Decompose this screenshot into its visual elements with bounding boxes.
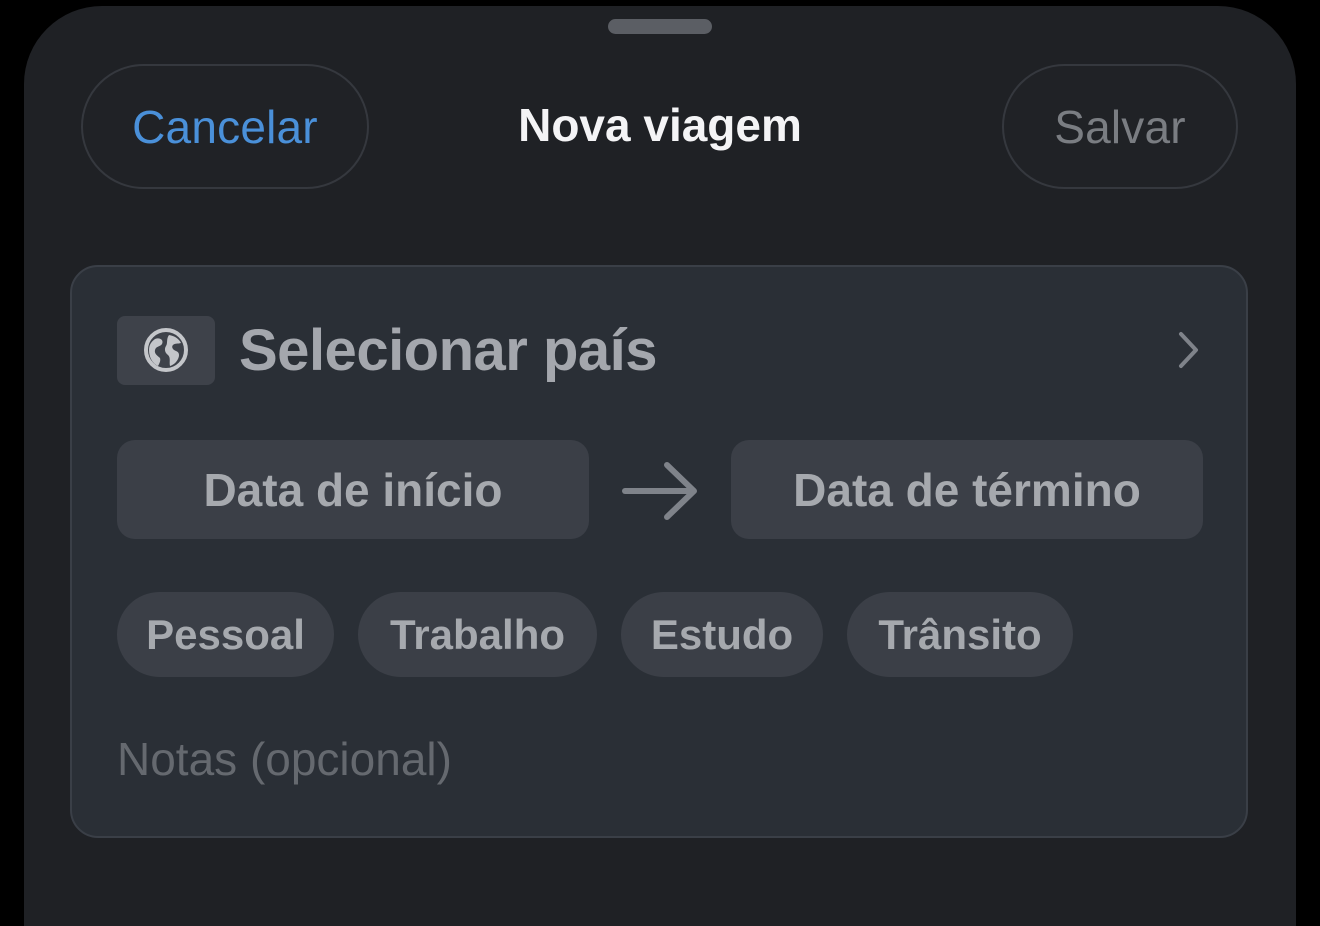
start-date-label: Data de início: [203, 463, 503, 516]
tag-transito[interactable]: Trânsito: [847, 592, 1073, 677]
chevron-right-icon: [1179, 332, 1198, 368]
tag-pessoal[interactable]: Pessoal: [117, 592, 334, 677]
tag-label: Trabalho: [389, 610, 566, 658]
select-country-label: Selecionar país: [239, 317, 658, 383]
tag-trabalho[interactable]: Trabalho: [358, 592, 597, 677]
select-country-row[interactable]: Selecionar país: [117, 315, 1207, 385]
tag-label: Estudo: [650, 610, 794, 658]
tag-label: Pessoal: [146, 610, 305, 658]
trip-type-tags: Pessoal Trabalho Estudo Trânsito: [117, 592, 1073, 677]
end-date-button[interactable]: Data de término: [731, 440, 1203, 539]
tag-estudo[interactable]: Estudo: [621, 592, 823, 677]
save-button-label: Salvar: [1054, 100, 1186, 153]
trip-form-card: Selecionar país Data de início Data de t…: [70, 265, 1248, 838]
globe-icon: [117, 315, 215, 385]
end-date-label: Data de término: [793, 463, 1141, 516]
save-button[interactable]: Salvar: [1002, 64, 1238, 189]
start-date-button[interactable]: Data de início: [117, 440, 589, 539]
sheet-grabber[interactable]: [608, 19, 712, 34]
new-trip-sheet: Cancelar Nova viagem Salvar Selecionar p…: [24, 6, 1296, 926]
notes-field[interactable]: Notas (opcional): [117, 732, 452, 786]
arrow-right-icon: [622, 462, 697, 520]
tag-label: Trânsito: [878, 610, 1042, 658]
